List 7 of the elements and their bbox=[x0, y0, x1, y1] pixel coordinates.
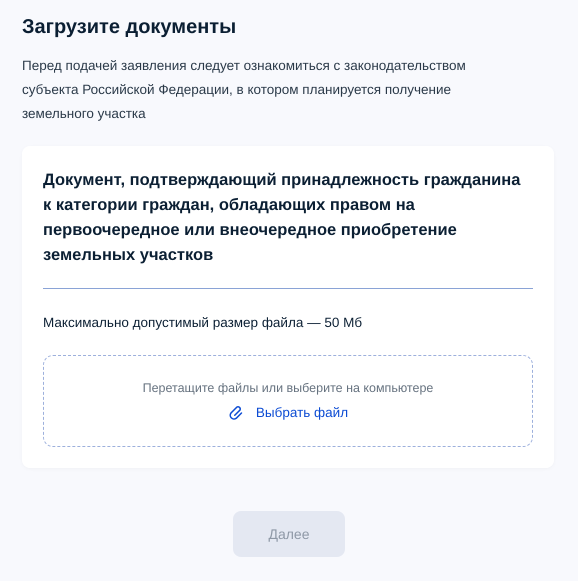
choose-file-link[interactable]: Выбрать файл bbox=[228, 403, 348, 424]
page-title: Загрузите документы bbox=[22, 15, 238, 40]
max-size-text: Максимально допустимый размер файла — 50 Мб bbox=[43, 314, 364, 332]
file-dropzone[interactable]: Перетащите файлы или выберите на компьютере Выбрать файл bbox=[43, 355, 533, 447]
dropzone-hint: Перетащите файлы или выберите на компьютере bbox=[142, 380, 434, 397]
description-text: Перед подачей заявления следует ознакомиться с законодательством субъекта Российской Федерации, в котором планируется получение земельного участка bbox=[22, 57, 467, 123]
document-title: Документ, подтверждающий принадлежность гражданина к категории граждан, обладающих правом на первоочередное или внеочередное приобретение земельных участков bbox=[43, 170, 522, 266]
